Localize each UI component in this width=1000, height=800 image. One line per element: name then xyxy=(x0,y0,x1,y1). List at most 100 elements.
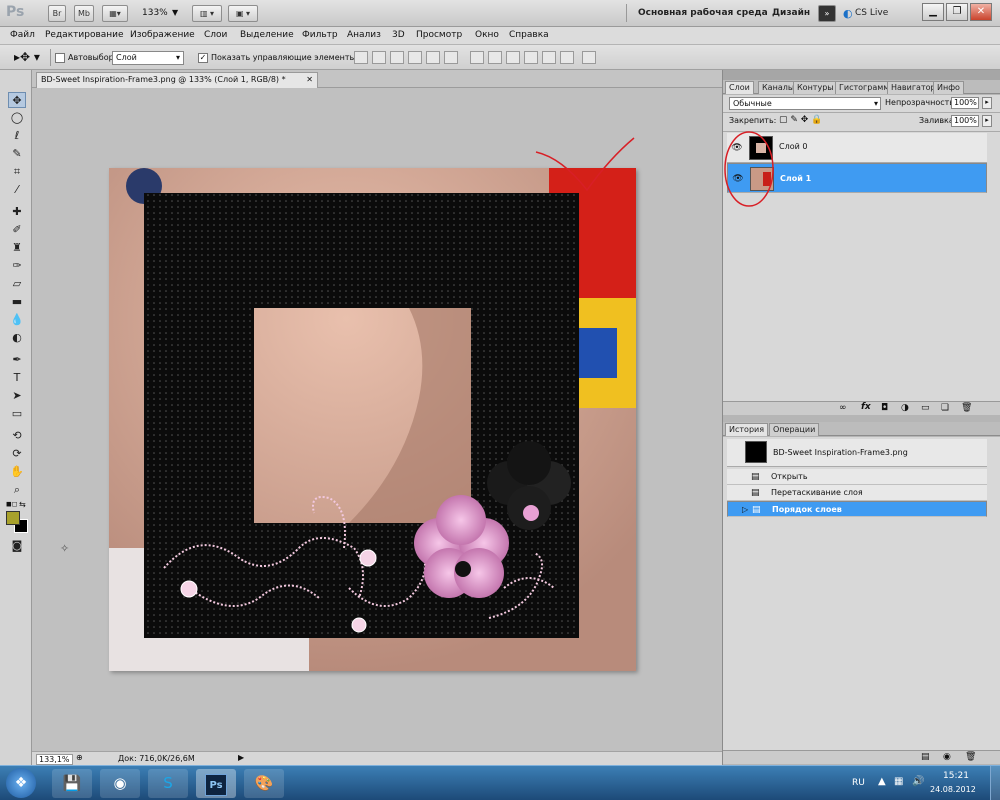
trash-icon[interactable]: 🗑 xyxy=(965,752,976,762)
layer-name[interactable]: Слой 1 xyxy=(780,173,811,185)
layer-style-icon[interactable]: fx xyxy=(861,402,871,412)
hand-tool-icon[interactable]: ✋ xyxy=(8,464,26,480)
minimize-button[interactable]: ▁ xyxy=(922,3,944,21)
panel-collapse-bar[interactable] xyxy=(723,70,1000,80)
new-layer-icon[interactable]: ❏ xyxy=(941,403,949,413)
photoshop-taskbar-icon[interactable]: Ps xyxy=(196,769,236,798)
healing-brush-tool-icon[interactable]: ✚ xyxy=(8,204,26,220)
shape-tool-icon[interactable]: ▭ xyxy=(8,406,26,422)
close-button[interactable]: ✕ xyxy=(970,3,992,21)
link-layers-icon[interactable]: ∞ xyxy=(839,403,847,413)
align-left-icon[interactable] xyxy=(408,51,422,64)
foreground-color-swatch[interactable] xyxy=(6,511,20,525)
tab-paths[interactable]: Контуры xyxy=(793,81,838,94)
3d-rotate-tool-icon[interactable]: ⟲ xyxy=(8,428,26,444)
menu-window[interactable]: Окно xyxy=(475,30,499,40)
close-icon[interactable]: ✕ xyxy=(306,73,313,87)
paint-icon[interactable]: 🎨 xyxy=(244,769,284,798)
menu-3d[interactable]: 3D xyxy=(392,30,405,40)
distribute-vcenter-icon[interactable] xyxy=(488,51,502,64)
align-top-icon[interactable] xyxy=(354,51,368,64)
autoselect-checkbox[interactable] xyxy=(55,53,65,63)
screen-mode-button[interactable]: ▣ ▾ xyxy=(228,5,258,22)
document-tab[interactable]: BD-Sweet Inspiration-Frame3.png @ 133% (… xyxy=(36,72,318,88)
clock-date[interactable]: 24.08.2012 xyxy=(930,785,976,794)
type-tool-icon[interactable]: T xyxy=(8,370,26,386)
lasso-tool-icon[interactable]: ℓ xyxy=(8,128,26,144)
align-bottom-icon[interactable] xyxy=(390,51,404,64)
camera-icon[interactable]: ◉ xyxy=(943,752,951,762)
document-canvas[interactable] xyxy=(109,168,636,671)
history-item[interactable]: ▷ ▤ Порядок слоев xyxy=(727,501,987,517)
distribute-right-icon[interactable] xyxy=(560,51,574,64)
quick-select-tool-icon[interactable]: ✎ xyxy=(8,146,26,162)
adjustment-layer-icon[interactable]: ◑ xyxy=(901,403,909,413)
fill-input[interactable]: 100% xyxy=(951,115,979,127)
cs-live-button[interactable]: CS Live xyxy=(855,8,888,18)
opacity-input[interactable]: 100% xyxy=(951,97,979,109)
gradient-tool-icon[interactable]: ▬ xyxy=(8,294,26,310)
autoselect-dropdown[interactable]: Слой ▾ xyxy=(112,51,184,65)
menu-analysis[interactable]: Анализ xyxy=(347,30,381,40)
arrange-documents-button[interactable]: ▥ ▾ xyxy=(192,5,222,22)
extras-menu-button[interactable]: ▦▾ xyxy=(102,5,128,22)
align-vertical-center-icon[interactable] xyxy=(372,51,386,64)
restore-button[interactable]: ❐ xyxy=(946,3,968,21)
network-icon[interactable]: ▦ xyxy=(894,776,903,787)
mini-bridge-button[interactable]: Mb xyxy=(74,5,94,22)
dodge-tool-icon[interactable]: ◐ xyxy=(8,330,26,346)
lock-icons[interactable]: ▢ ✎ ✥ 🔒 xyxy=(779,115,822,125)
add-mask-icon[interactable]: ◘ xyxy=(881,403,888,413)
swap-colors-icon[interactable]: ⇆ xyxy=(19,500,26,509)
move-tool-preset-icon[interactable]: ▸✥ ▾ xyxy=(14,50,40,64)
menu-image[interactable]: Изображение xyxy=(130,30,195,40)
tab-layers[interactable]: Слои xyxy=(725,81,754,94)
tab-history[interactable]: История xyxy=(725,423,769,436)
menu-help[interactable]: Справка xyxy=(509,30,549,40)
tab-actions[interactable]: Операции xyxy=(769,423,820,436)
more-workspaces-button[interactable]: » xyxy=(818,5,836,22)
start-button[interactable]: ❖ xyxy=(6,768,36,798)
auto-align-icon[interactable] xyxy=(582,51,596,64)
layer-name[interactable]: Слой 0 xyxy=(779,142,807,151)
zoom-level-dropdown[interactable]: 133% xyxy=(142,8,168,18)
align-right-icon[interactable] xyxy=(444,51,458,64)
menu-file[interactable]: Файл xyxy=(10,30,35,40)
menu-edit[interactable]: Редактирование xyxy=(45,30,124,40)
3d-orbit-tool-icon[interactable]: ⟳ xyxy=(8,446,26,462)
chevron-right-icon[interactable]: ▸ xyxy=(982,97,992,109)
tab-navigator[interactable]: Навигатор xyxy=(887,81,940,94)
menu-select[interactable]: Выделение xyxy=(240,30,294,40)
workspace-essentials[interactable]: Основная рабочая среда xyxy=(638,8,768,18)
notification-chevron-icon[interactable]: ▲ xyxy=(878,776,886,787)
menu-layers[interactable]: Слои xyxy=(204,30,227,40)
trash-icon[interactable]: 🗑 xyxy=(961,403,972,413)
canvas-area[interactable]: ✧ xyxy=(32,88,722,751)
clone-stamp-tool-icon[interactable]: ♜ xyxy=(8,240,26,256)
crop-tool-icon[interactable]: ⌗ xyxy=(8,164,26,180)
menu-view[interactable]: Просмотр xyxy=(416,30,462,40)
tab-info[interactable]: Инфо xyxy=(933,81,964,94)
eyedropper-tool-icon[interactable]: ⁄ xyxy=(8,182,26,198)
new-document-from-state-icon[interactable]: ▤ xyxy=(921,752,930,762)
history-item[interactable]: ▤ Перетаскивание слоя xyxy=(727,485,987,501)
marquee-tool-icon[interactable]: ◯ xyxy=(8,110,26,126)
firefox-icon[interactable]: ◉ xyxy=(100,769,140,798)
volume-icon[interactable]: 🔊 xyxy=(912,776,924,787)
zoom-tool-icon[interactable]: ⌕ xyxy=(8,482,26,498)
distribute-bottom-icon[interactable] xyxy=(506,51,520,64)
blur-tool-icon[interactable]: 💧 xyxy=(8,312,26,328)
align-horizontal-center-icon[interactable] xyxy=(426,51,440,64)
show-desktop-button[interactable] xyxy=(990,766,1000,800)
show-controls-checkbox[interactable]: ✓ xyxy=(198,53,208,63)
history-item[interactable]: ▤ Открыть xyxy=(727,469,987,485)
distribute-left-icon[interactable] xyxy=(524,51,538,64)
pen-tool-icon[interactable]: ✒ xyxy=(8,352,26,368)
bridge-button[interactable]: Br xyxy=(48,5,66,22)
history-brush-tool-icon[interactable]: ✑ xyxy=(8,258,26,274)
new-group-icon[interactable]: ▭ xyxy=(921,403,930,413)
blend-mode-dropdown[interactable]: Обычные ▾ xyxy=(729,97,881,110)
skype-icon[interactable]: S xyxy=(148,769,188,798)
language-indicator[interactable]: RU xyxy=(852,778,865,788)
eraser-tool-icon[interactable]: ▱ xyxy=(8,276,26,292)
